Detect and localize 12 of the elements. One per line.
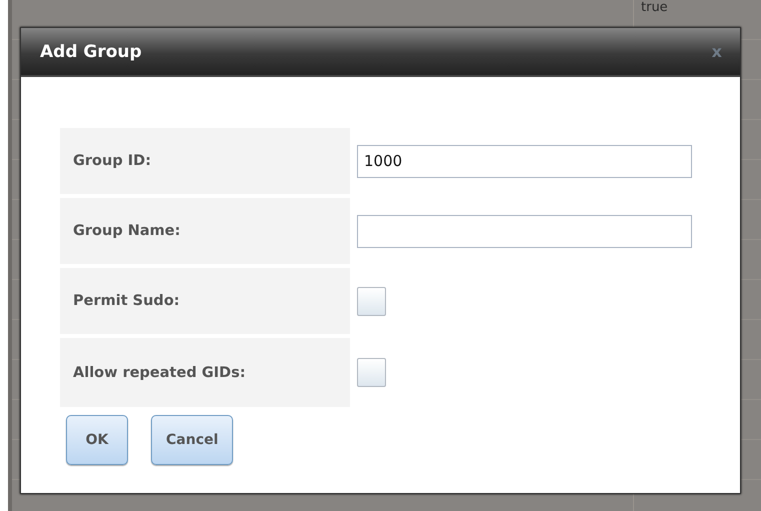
- table-cell: true: [641, 0, 668, 15]
- dialog-title: Add Group: [40, 42, 142, 62]
- input-field[interactable]: [357, 214, 692, 248]
- field-label: Permit Sudo:: [60, 268, 350, 334]
- field-label: Allow repeated GIDs:: [60, 338, 350, 407]
- input-field[interactable]: 1000: [357, 144, 692, 178]
- checkbox[interactable]: [357, 286, 386, 316]
- ok-button[interactable]: OK: [66, 415, 128, 465]
- field-label: Group ID:: [60, 128, 350, 194]
- checkbox[interactable]: [357, 358, 386, 387]
- cancel-button[interactable]: Cancel: [151, 415, 234, 465]
- field-label: Group Name:: [60, 198, 350, 264]
